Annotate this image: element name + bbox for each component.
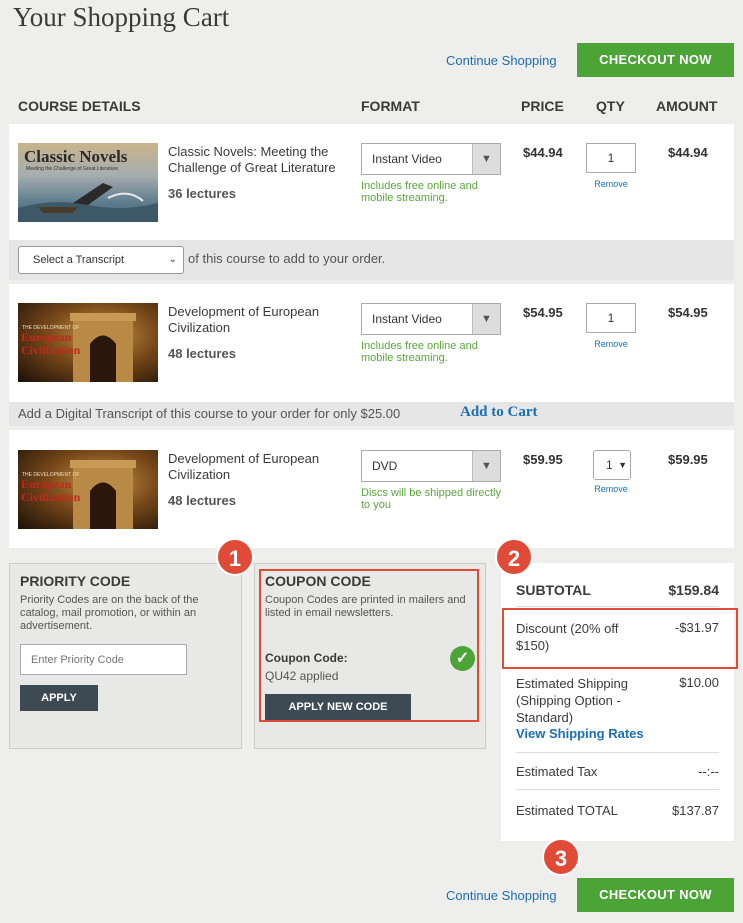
quantity-select-value: 1 (606, 458, 613, 472)
callout-badge-1: 1 (216, 538, 254, 576)
chevron-down-icon: ▼ (472, 304, 500, 334)
course-lectures: 36 lectures (168, 186, 236, 201)
chevron-down-icon: ⌄ (168, 254, 177, 265)
item-amount: $44.94 (668, 145, 708, 160)
transcript-select-value: Select a Transcript (33, 254, 125, 266)
checkout-now-button-top[interactable]: CHECKOUT NOW (577, 43, 734, 77)
summary-divider (516, 606, 719, 607)
coupon-applied-value: QU42 applied (265, 669, 339, 683)
item-amount: $54.95 (668, 305, 708, 320)
course-thumbnail[interactable]: Classic Novels Meeting the Challenge of … (18, 143, 158, 222)
continue-shopping-link-top[interactable]: Continue Shopping (446, 53, 557, 68)
course-name[interactable]: Classic Novels: Meeting the Challenge of… (168, 144, 348, 176)
col-header-qty: QTY (596, 98, 625, 114)
check-icon: ✓ (450, 646, 475, 671)
apply-priority-code-button[interactable]: APPLY (20, 685, 98, 711)
thumbnail-title: European Civilization (21, 330, 81, 357)
add-to-cart-link[interactable]: Add to Cart (460, 404, 538, 421)
continue-shopping-link-bottom[interactable]: Continue Shopping (446, 888, 557, 903)
view-shipping-rates-link[interactable]: View Shipping Rates (516, 726, 644, 741)
format-select[interactable]: Instant Video ▼ (361, 143, 501, 175)
item-price: $44.94 (523, 145, 563, 160)
coupon-code-label: Coupon Code: (265, 651, 348, 665)
thumbnail-title: European Civilization (21, 477, 81, 504)
quantity-input[interactable]: 1 (586, 303, 636, 333)
estimated-total-value: $137.87 (672, 803, 719, 818)
apply-new-code-button[interactable]: APPLY NEW CODE (265, 694, 411, 720)
subtotal-label: SUBTOTAL (516, 582, 591, 598)
remove-link[interactable]: Remove (586, 179, 636, 189)
format-select-value: Instant Video (372, 152, 442, 166)
item-price: $59.95 (523, 452, 563, 467)
callout-badge-3: 3 (542, 838, 580, 876)
chevron-down-icon: ▼ (472, 144, 500, 174)
priority-code-description: Priority Codes are on the back of the ca… (20, 594, 199, 632)
col-header-amount: AMOUNT (656, 98, 718, 114)
quantity-select[interactable]: 1 ▼ (593, 450, 631, 480)
format-note: Includes free online and mobile streamin… (361, 340, 478, 364)
transcript-select[interactable]: Select a Transcript ⌄ (18, 246, 184, 274)
shipping-label: Estimated Shipping (Shipping Option - St… (516, 676, 629, 725)
col-header-course-details: COURSE DETAILS (18, 98, 141, 114)
format-select-value: DVD (372, 459, 398, 473)
col-header-format: FORMAT (361, 98, 420, 114)
course-name[interactable]: Development of European Civilization (168, 304, 348, 336)
format-select[interactable]: DVD ▼ (361, 450, 501, 482)
quantity-input[interactable]: 1 (586, 143, 636, 173)
checkout-now-button-bottom[interactable]: CHECKOUT NOW (577, 878, 734, 912)
summary-divider (516, 752, 719, 753)
chevron-down-icon: ▼ (618, 460, 627, 470)
course-thumbnail[interactable]: THE DEVELOPMENT OF European Civilization (18, 450, 158, 529)
subtotal-value: $159.84 (668, 582, 719, 598)
course-lectures: 48 lectures (168, 346, 236, 361)
tax-label: Estimated Tax (516, 764, 598, 779)
discount-label: Discount (20% off $150) (516, 621, 619, 653)
item-amount: $59.95 (668, 452, 708, 467)
format-select-value: Instant Video (372, 312, 442, 326)
page-title: Your Shopping Cart (13, 2, 230, 32)
summary-divider (516, 789, 719, 790)
transcript-select-suffix: of this course to add to your order. (188, 251, 386, 266)
chevron-down-icon: ▼ (472, 451, 500, 481)
estimated-total-label: Estimated TOTAL (516, 803, 618, 818)
remove-link[interactable]: Remove (586, 339, 636, 349)
coupon-code-description: Coupon Codes are printed in mailers and … (265, 594, 466, 619)
callout-badge-2: 2 (495, 538, 533, 576)
format-select[interactable]: Instant Video ▼ (361, 303, 501, 335)
item-price: $54.95 (523, 305, 563, 320)
format-note: Discs will be shipped directly to you (361, 487, 501, 511)
course-thumbnail[interactable]: THE DEVELOPMENT OF European Civilization (18, 303, 158, 382)
course-lectures: 48 lectures (168, 493, 236, 508)
priority-code-title: PRIORITY CODE (20, 573, 131, 589)
priority-code-input[interactable] (20, 644, 187, 675)
coupon-code-title: COUPON CODE (265, 573, 371, 589)
thumbnail-title: Classic Novels (24, 147, 128, 166)
remove-link[interactable]: Remove (586, 484, 636, 494)
digital-transcript-offer: Add a Digital Transcript of this course … (18, 406, 401, 421)
shipping-value: $10.00 (679, 675, 719, 690)
course-name[interactable]: Development of European Civilization (168, 451, 348, 483)
format-note: Includes free online and mobile streamin… (361, 180, 478, 204)
whale-ship-illustration (18, 183, 158, 222)
col-header-price: PRICE (521, 98, 564, 114)
tax-value: --:-- (698, 764, 719, 779)
discount-value: -$31.97 (674, 620, 719, 635)
thumbnail-subtitle: Meeting the Challenge of Great Literatur… (26, 166, 118, 172)
